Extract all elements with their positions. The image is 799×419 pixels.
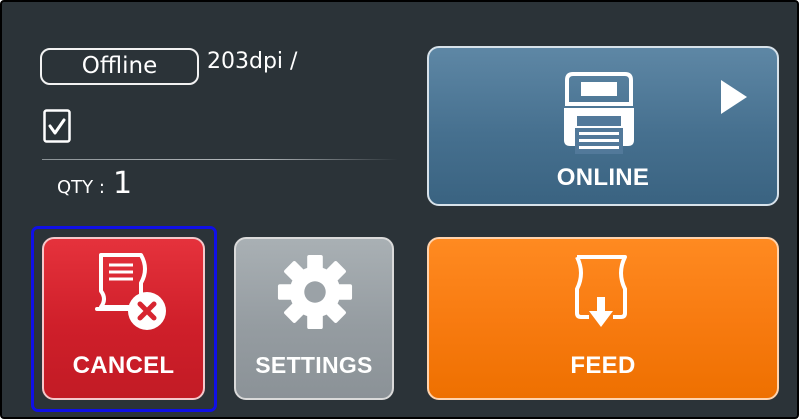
check-icon bbox=[43, 109, 71, 143]
quantity-display: QTY : 1 bbox=[57, 166, 132, 201]
quantity-label: QTY : bbox=[57, 177, 105, 198]
feed-button[interactable]: FEED bbox=[427, 237, 779, 400]
online-button[interactable]: ONLINE bbox=[427, 46, 779, 206]
feed-label: FEED bbox=[570, 352, 636, 379]
divider bbox=[42, 159, 398, 160]
play-arrow-icon bbox=[721, 80, 747, 114]
printer-control-panel: Offline 203dpi / QTY : 1 ONLINE CANCEL SE… bbox=[0, 0, 799, 419]
quantity-value: 1 bbox=[112, 166, 133, 201]
resolution-text: 203dpi / bbox=[207, 49, 298, 74]
printer-icon bbox=[564, 72, 634, 154]
gear-icon bbox=[277, 254, 353, 330]
cancel-document-icon bbox=[95, 253, 166, 330]
settings-label: SETTINGS bbox=[255, 352, 373, 378]
online-label: ONLINE bbox=[556, 164, 650, 191]
cancel-label: CANCEL bbox=[72, 352, 175, 379]
status-badge: Offline bbox=[40, 48, 199, 85]
feed-paper-icon bbox=[575, 255, 627, 327]
settings-button[interactable]: SETTINGS bbox=[234, 237, 394, 400]
cancel-button[interactable]: CANCEL bbox=[42, 237, 205, 400]
